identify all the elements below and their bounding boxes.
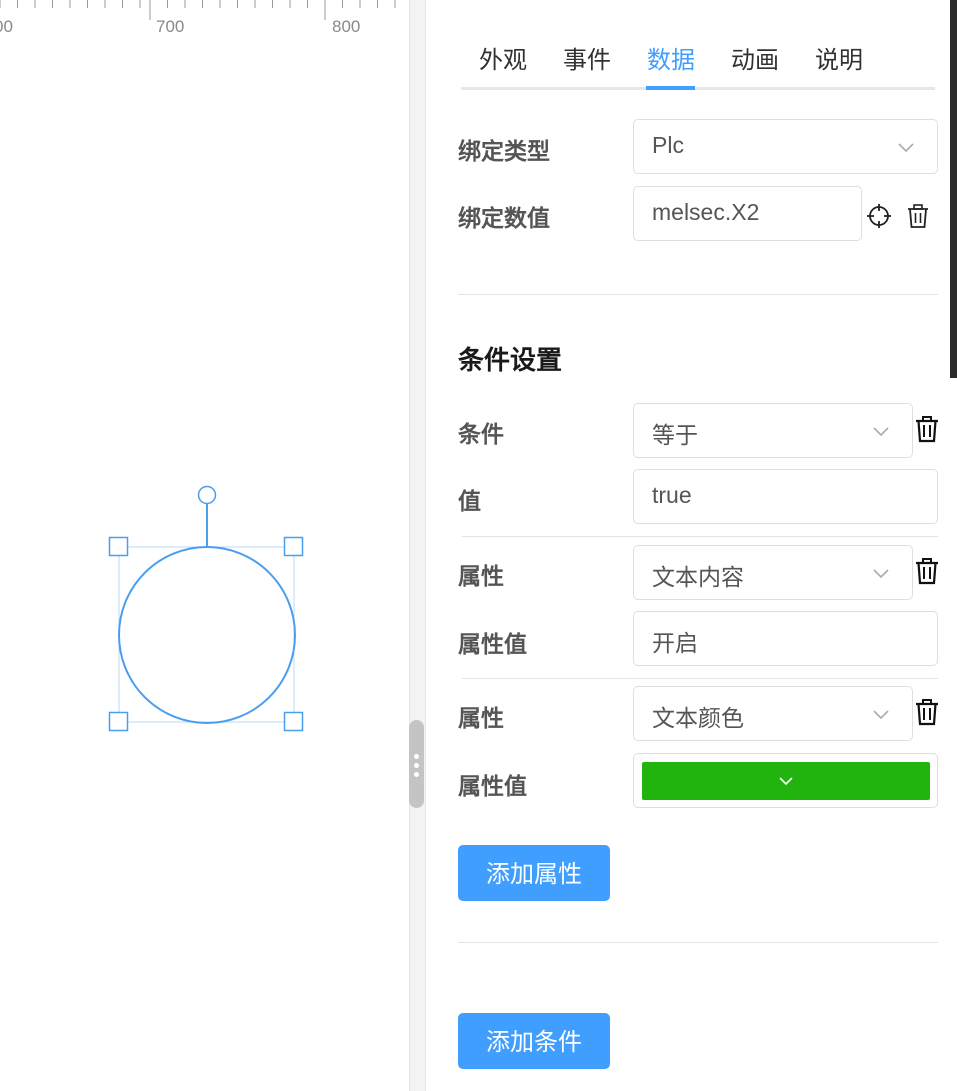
tab-appearance[interactable]: 外观 [479, 40, 527, 75]
property-tabs [461, 34, 935, 90]
property-select[interactable]: 文本颜色 [633, 686, 913, 741]
tab-data[interactable]: 数据 [647, 40, 695, 75]
drag-dot-icon [414, 763, 419, 768]
panel-scrollbar[interactable] [950, 0, 957, 378]
row-divider [462, 536, 938, 537]
chevron-down-icon [873, 427, 889, 437]
add-condition-button[interactable]: 添加条件 [458, 1013, 610, 1069]
row-divider [462, 678, 938, 679]
add-property-button[interactable]: 添加属性 [458, 845, 610, 901]
bind-value-label: 绑定数值 [458, 206, 550, 232]
delete-condition-trash-icon[interactable] [913, 414, 941, 444]
delete-property-trash-icon[interactable] [913, 556, 941, 586]
design-canvas[interactable]: 00 700 800 [0, 0, 409, 1091]
resize-handle-bottom-left[interactable] [108, 711, 129, 732]
rotate-handle[interactable] [197, 485, 217, 505]
selected-component[interactable] [0, 0, 409, 1091]
bind-type-value: Plc [652, 132, 684, 158]
value-text: true [652, 482, 692, 508]
conditions-title: 条件设置 [458, 346, 563, 376]
section-divider [458, 294, 938, 295]
tab-events[interactable]: 事件 [563, 40, 611, 75]
bind-value-text: melsec.X2 [652, 199, 760, 225]
chevron-down-icon [898, 143, 914, 153]
resize-handle-top-right[interactable] [283, 536, 304, 557]
property-value-label: 属性值 [458, 632, 527, 658]
trash-icon[interactable] [904, 201, 932, 231]
resize-handle-bottom-right[interactable] [283, 711, 304, 732]
circle-shape[interactable] [118, 546, 296, 724]
property-value: 文本内容 [652, 565, 744, 591]
property-value-input[interactable]: 开启 [633, 611, 938, 666]
value-label: 值 [458, 489, 481, 515]
property-value-text: 开启 [652, 631, 698, 657]
property-value: 文本颜色 [652, 706, 744, 732]
condition-label: 条件 [458, 422, 504, 448]
active-tab-indicator [646, 86, 695, 90]
property-value-label: 属性值 [458, 774, 527, 800]
tab-description[interactable]: 说明 [815, 40, 863, 75]
bind-type-label: 绑定类型 [458, 139, 550, 165]
property-label: 属性 [458, 564, 504, 590]
bind-value-input[interactable]: melsec.X2 [633, 186, 862, 241]
tab-animation[interactable]: 动画 [731, 40, 779, 75]
section-divider [458, 942, 938, 943]
drag-dot-icon [414, 772, 419, 777]
panel-splitter[interactable] [409, 0, 426, 1091]
chevron-down-icon [873, 569, 889, 579]
crosshair-icon[interactable] [866, 201, 894, 231]
condition-select[interactable]: 等于 [633, 403, 913, 458]
condition-value: 等于 [652, 423, 698, 449]
drag-dot-icon [414, 754, 419, 759]
property-label: 属性 [458, 706, 504, 732]
color-picker[interactable] [633, 753, 938, 808]
property-select[interactable]: 文本内容 [633, 545, 913, 600]
chevron-down-icon [779, 777, 793, 786]
bind-type-select[interactable]: Plc [633, 119, 938, 174]
chevron-down-icon [873, 710, 889, 720]
delete-property-trash-icon[interactable] [913, 697, 941, 727]
resize-handle-top-left[interactable] [108, 536, 129, 557]
value-input[interactable]: true [633, 469, 938, 524]
